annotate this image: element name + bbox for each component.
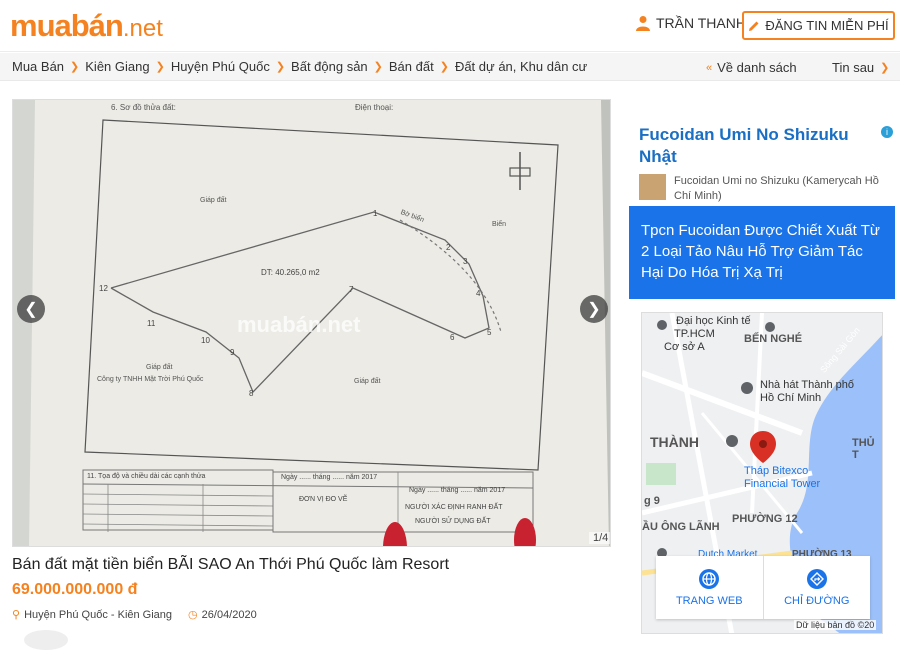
sign-unit: ĐƠN VỊ ĐO VẼ: [299, 496, 348, 503]
breadcrumb-item[interactable]: Bất động sản: [291, 59, 368, 74]
label-giap-dat: Giáp đất: [354, 378, 381, 385]
pencil-icon: [749, 21, 759, 31]
sidebar-ad[interactable]: Fucoidan Umi No Shizuku Nhật i Fucoidan …: [629, 112, 895, 299]
watermark: muabán.net: [237, 312, 361, 337]
logo-text: muabán: [10, 8, 124, 43]
sign-user: NGƯỜI SỬ DỤNG ĐẤT: [415, 518, 491, 525]
site-header: muabán .net TRẦN THANH ĐĂNG TIN MIỄN PHÍ: [0, 0, 900, 52]
post-button-label: ĐĂNG TIN MIỄN PHÍ: [765, 18, 889, 33]
chevron-right-icon: ❯: [880, 62, 890, 74]
breadcrumb-item[interactable]: Đất dự án, Khu dân cư: [455, 59, 587, 74]
breadcrumb-item[interactable]: Bán đất: [389, 59, 434, 74]
double-chevron-left-icon: «: [706, 61, 713, 74]
ad-thumbnail: [639, 174, 666, 200]
label-giap-dat: Giáp đất: [200, 197, 227, 204]
breadcrumb-bar: Mua Bán ❯ Kiên Giang ❯ Huyện Phú Quốc ❯ …: [0, 53, 900, 81]
map-label: Đại học Kinh tế: [676, 315, 751, 327]
website-button[interactable]: TRANG WEB: [656, 556, 763, 619]
svg-text:2: 2: [446, 243, 451, 252]
location-map[interactable]: Đại học Kinh tế TP.HCM Cơ sở A BẾN NGHÉ …: [641, 312, 883, 634]
breadcrumb-item[interactable]: Kiên Giang: [85, 59, 149, 74]
back-to-list-link[interactable]: « Về danh sách: [706, 60, 797, 75]
listing-title: Bán đất mặt tiền biển BÃI SAO An Thới Ph…: [12, 556, 450, 573]
chevron-right-icon: ❯: [439, 61, 449, 73]
logo-tld: .net: [122, 15, 163, 42]
location-pin-icon: ⚲: [12, 609, 21, 621]
next-label: Tin sau: [832, 60, 875, 75]
user-name: TRẦN THANH: [656, 15, 746, 31]
svg-text:9: 9: [230, 348, 235, 357]
photo-gallery[interactable]: 12 11 10 9 8 7 6 5 4 3 2 1 6. Sơ đồ thửa…: [12, 99, 611, 547]
svg-text:8: 8: [249, 389, 254, 398]
ad-banner[interactable]: Tpcn Fucoidan Được Chiết Xuất Từ 2 Loại …: [629, 206, 895, 299]
svg-text:7: 7: [349, 285, 354, 294]
svg-text:4: 4: [476, 289, 481, 298]
label-area: DT: 40.265,0 m2: [261, 268, 320, 277]
globe-icon: [699, 568, 720, 589]
chevron-left-icon: ❮: [24, 301, 38, 318]
chevron-right-icon: ❯: [70, 61, 80, 73]
chevron-right-icon: ❯: [275, 61, 286, 73]
listing-price: 69.000.000.000 đ: [12, 581, 138, 598]
breadcrumb-item[interactable]: Mua Bán: [12, 59, 64, 74]
user-menu[interactable]: TRẦN THANH: [636, 15, 746, 31]
website-label: TRANG WEB: [675, 594, 743, 607]
ad-info-icon[interactable]: i: [881, 126, 893, 138]
sign-date: Ngày ...... tháng ...... năm 2017: [281, 474, 378, 481]
ad-subtitle: Fucoidan Umi no Shizuku (Kamerycah Hồ Ch…: [674, 175, 879, 202]
sign-person: NGƯỜI XÁC ĐỊNH RANH ĐẤT: [405, 504, 503, 511]
next-listing-link[interactable]: Tin sau ❯: [832, 60, 889, 75]
breadcrumb-item[interactable]: Huyện Phú Quốc: [171, 59, 270, 74]
back-label: Về danh sách: [717, 60, 797, 75]
sign-date: Ngày ...... tháng ...... năm 2017: [409, 487, 506, 494]
svg-text:12: 12: [99, 284, 108, 293]
map-label: THÀNH: [650, 434, 699, 450]
prev-photo-button[interactable]: ❮: [17, 295, 45, 323]
listing-meta: ⚲ Huyện Phú Quốc - Kiên Giang ◷ 26/04/20…: [12, 608, 257, 622]
photo-counter: 1/4: [589, 532, 610, 544]
directions-icon: [806, 568, 827, 589]
chevron-right-icon: ❯: [373, 61, 383, 73]
label-bien: Biển: [492, 221, 507, 228]
listing-date: 26/04/2020: [201, 608, 257, 621]
clock-icon: ◷: [188, 609, 198, 621]
breadcrumb: Mua Bán ❯ Kiên Giang ❯ Huyện Phú Quốc ❯ …: [12, 59, 587, 74]
map-actions: TRANG WEB CHỈ ĐƯỜNG: [656, 556, 870, 619]
map-label: Cơ sở A: [664, 341, 705, 353]
svg-text:6: 6: [450, 333, 455, 342]
map-label: ẦU ÔNG LÃNH: [642, 521, 720, 533]
chevron-right-icon: ❯: [587, 301, 601, 318]
chevron-right-icon: ❯: [155, 61, 165, 73]
ad-title[interactable]: Fucoidan Umi No Shizuku Nhật: [639, 124, 875, 168]
directions-label: CHỈ ĐƯỜNG: [784, 594, 850, 607]
svg-text:11: 11: [147, 319, 156, 328]
map-label: PHƯỜNG 12: [732, 513, 798, 525]
svg-text:1: 1: [373, 209, 378, 218]
map-label: Tháp Bitexco Financial Tower: [744, 465, 821, 490]
label-giap-dat: Giáp đất: [146, 364, 173, 371]
map-label: THỦ T: [852, 437, 875, 461]
directions-button[interactable]: CHỈ ĐƯỜNG: [762, 556, 871, 619]
listing-location[interactable]: Huyện Phú Quốc - Kiên Giang: [24, 609, 172, 621]
post-free-ad-button[interactable]: ĐĂNG TIN MIỄN PHÍ: [742, 11, 895, 40]
svg-text:10: 10: [201, 336, 210, 345]
svg-text:5: 5: [487, 328, 492, 337]
map-label: Nhà hát Thành phố Hồ Chí Minh: [760, 379, 854, 404]
map-label: TP.HCM: [674, 328, 715, 340]
user-icon: [636, 16, 650, 31]
table-heading: 11. Tọa độ và chiều dài các cạnh thửa: [87, 473, 206, 480]
doc-heading: 6. Sơ đồ thửa đất:: [111, 103, 176, 112]
seller-avatar: [24, 630, 68, 650]
ad-body: Tpcn Fucoidan Được Chiết Xuất Từ 2 Loại …: [641, 222, 880, 281]
map-credit: Dữ liệu bản đồ ©20: [794, 620, 877, 630]
svg-text:3: 3: [463, 257, 468, 266]
next-photo-button[interactable]: ❯: [580, 295, 608, 323]
doc-phone: Điện thoại:: [355, 103, 394, 112]
label-company: Công ty TNHH Mặt Trời Phú Quốc: [97, 376, 204, 383]
map-label: BẾN NGHÉ: [744, 333, 803, 345]
map-label: g 9: [644, 495, 660, 507]
site-logo[interactable]: muabán .net: [10, 6, 163, 46]
